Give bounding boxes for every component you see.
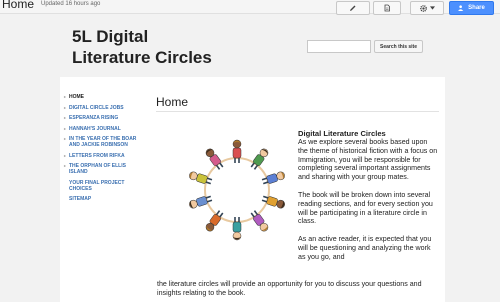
search-input[interactable] [307, 40, 371, 53]
section-heading: Digital Literature Circles [298, 129, 386, 138]
child-figure [232, 217, 242, 241]
share-people-icon [458, 5, 464, 11]
sidebar-item-orphan-of-ellis-island[interactable]: ▸ The Orphan of Ellis Island [64, 163, 144, 175]
sidebar-item-sitemap[interactable]: Sitemap [64, 196, 144, 202]
site-title-line-1: 5L Digital [72, 27, 149, 46]
title-divider [156, 111, 439, 112]
new-page-button[interactable] [373, 1, 401, 15]
search-button[interactable]: Search this site [374, 40, 423, 53]
paragraph-3-start: As an active reader, it is expected that… [298, 235, 432, 261]
paragraph-3-end: the literature circles will provide an o… [157, 280, 422, 297]
intro-text: Digital Literature Circles As we explore… [298, 129, 438, 271]
sidebar-item-year-of-the-boar[interactable]: ▸ In the Year of the Boar and Jackie Rob… [64, 136, 144, 148]
paragraph-2: The book will be broken down into severa… [298, 190, 433, 226]
site-title-line-2: Literature Circles [72, 48, 212, 67]
settings-button[interactable] [410, 1, 444, 15]
child-figure [232, 139, 242, 163]
gear-icon [420, 4, 427, 12]
sidebar-item-letters-from-rifka[interactable]: ▸ Letters from Rifka [64, 153, 144, 159]
edit-page-button[interactable] [336, 1, 370, 15]
children-circle-illustration [189, 139, 285, 241]
share-button[interactable]: Share [449, 1, 494, 15]
page-title: Home [156, 95, 189, 109]
site-title[interactable]: 5L Digital Literature Circles [72, 26, 212, 68]
page-name: Home [2, 0, 35, 11]
paragraph-1: As we explore several books based upon t… [298, 138, 438, 182]
new-page-icon [384, 4, 390, 12]
pencil-icon [350, 5, 356, 11]
sidebar-item-digital-circle-jobs[interactable]: ▸ Digital Circle Jobs [64, 105, 144, 111]
sidebar-item-hannahs-journal[interactable]: ▸ Hannah's Journal [64, 126, 144, 132]
share-label: Share [468, 5, 485, 11]
sidebar-item-final-project-choices[interactable]: Your Final Project Choices [64, 180, 144, 192]
chevron-down-icon [430, 6, 435, 10]
last-updated-text: Updated 16 hours ago [41, 1, 101, 7]
sidebar-item-esperanza-rising[interactable]: ▸ Esperanza Rising [64, 115, 144, 121]
sidebar-nav: ▸ HOME ▸ Digital Circle Jobs ▸ Esperanza… [64, 94, 144, 207]
sidebar-item-home[interactable]: ▸ HOME [64, 94, 144, 100]
